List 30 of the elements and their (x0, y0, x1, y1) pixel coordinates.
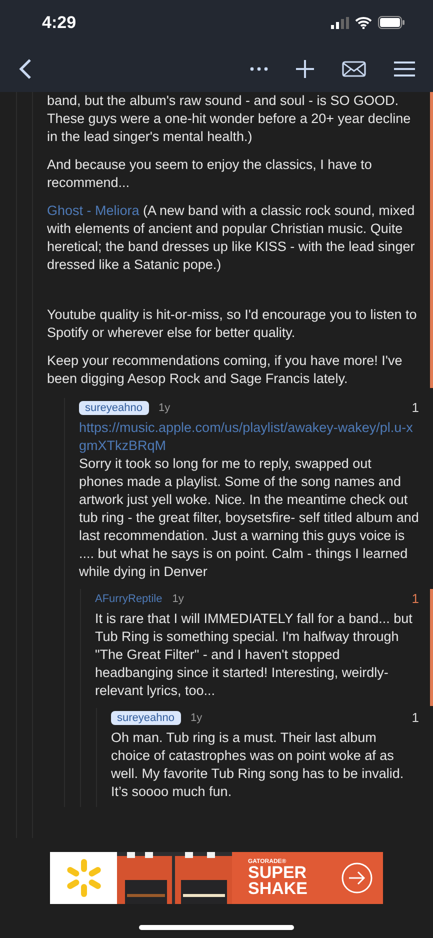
comment-text: It is rare that I will IMMEDIATELY fall for a band... but Tub Ring is something special. I'm halfway through "The Great Filter" - and I haven't stopped headbanging since it started! Interesting, weirdly-relevant lyrics, too... (94, 610, 414, 700)
playlist-link[interactable]: https://music.apple.com/us/playlist/awakey-wakey/pl.u-xgmXTkzBRqM (79, 419, 419, 455)
comment-score: 1 (412, 591, 419, 606)
mail-icon[interactable] (342, 60, 366, 76)
comment-paragraph: Ghost - Meliora (A new band with a classic rock sound, mixed with elements of ancient and popular Christian music. Quite heretical; the band dresses up like KISS - with the lead singer dressed like a Satanic pope.) (47, 202, 416, 274)
comment-paragraph: band, but the album's raw sound - and soul - is SO GOOD. These guys were a one-hit wonder before a 20+ year decline in the lead singer's mental health.) (47, 92, 412, 146)
back-icon[interactable] (18, 58, 32, 80)
username[interactable]: sureyeahno (111, 710, 180, 724)
album-link[interactable]: Ghost - Meliora (47, 203, 140, 218)
wifi-icon (355, 16, 372, 28)
username[interactable]: sureyeahno (79, 400, 148, 414)
comment-age: 1y (172, 592, 184, 604)
comment-score: 1 (412, 710, 419, 725)
comment-text: https://music.apple.com/us/playlist/awakey-wakey/pl.u-xgmXTkzBRqM Sorry it took so long for me to reply, swapped out phones made a playlist. Some of the song names and artwork just yell woke. Nice. In the meantime check out tub ring - the great filter, boysetsfire- self titled album and last recommendation. Just a warning this guys voice is .... but what he says is on point. Calm - things I learned while dying in Denver (78, 418, 420, 581)
more-icon[interactable] (250, 66, 268, 70)
ad-headline: SHAKE (248, 881, 308, 897)
comment-paragraph: Keep your recommendations coming, if you have more! I've been digging Aesop Rock and Sage Francis lately. (47, 352, 404, 388)
comment-age: 1y (158, 402, 170, 414)
comment-paragraph: Youtube quality is hit-or-miss, so I'd encourage you to listen to Spotify or wherever else for better quality. (47, 306, 418, 342)
signal-icon (331, 16, 349, 28)
comment-score: 1 (412, 400, 419, 415)
battery-icon (378, 16, 405, 29)
comment-text: Oh man. Tub ring is a must. Their last album choice of catastrophes was on point woke af as well. My favorite Tub Ring song has to be invalid. It’s soooo much fun. (110, 729, 405, 801)
clock-time: 4:29 (42, 12, 76, 32)
username[interactable]: AFurryReptile (95, 592, 162, 604)
plus-icon[interactable] (296, 60, 314, 78)
menu-icon[interactable] (394, 60, 415, 76)
comment-age: 1y (190, 712, 202, 724)
comment-paragraph: And because you seem to enjoy the classics, I have to recommend... (47, 156, 373, 192)
ad-headline: SUPER (248, 865, 308, 881)
